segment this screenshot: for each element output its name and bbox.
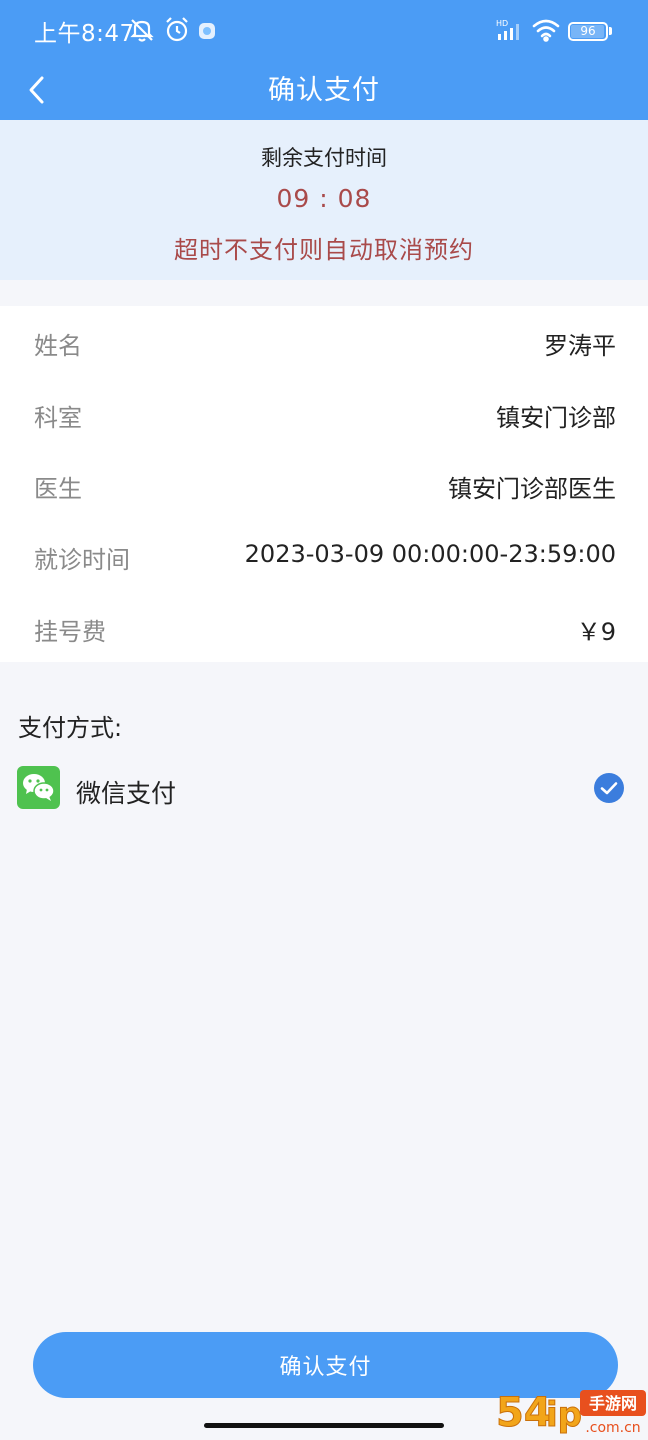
info-key: 医生 — [34, 475, 82, 503]
info-value: ￥9 — [576, 618, 616, 646]
countdown-label: 剩余支付时间 — [261, 146, 387, 170]
appointment-info-card: 姓名 罗涛平 科室 镇安门诊部 医生 镇安门诊部医生 就诊时间 2023-03-… — [0, 306, 648, 662]
watermark-logo: 54 ip 手游网 .com.cn — [494, 1384, 648, 1440]
battery-tip — [609, 27, 612, 35]
wifi-icon — [532, 18, 560, 46]
battery-level: 96 — [580, 24, 596, 38]
info-value: 2023-03-09 00:00:00-23:59:00 — [244, 540, 616, 568]
svg-text:ip: ip — [546, 1395, 582, 1435]
page-title: 确认支付 — [268, 75, 380, 106]
info-row-fee: 挂号费 ￥9 — [0, 600, 648, 656]
info-row-department: 科室 镇安门诊部 — [0, 386, 648, 442]
svg-text:54: 54 — [496, 1390, 552, 1436]
status-time: 上午8:47 — [34, 21, 135, 47]
countdown-time: 09 : 08 — [276, 184, 372, 213]
battery-icon: 96 — [568, 22, 608, 41]
info-value: 镇安门诊部 — [496, 404, 616, 432]
svg-text:手游网: 手游网 — [589, 1394, 637, 1413]
countdown-warning: 超时不支付则自动取消预约 — [174, 236, 474, 264]
check-circle-icon[interactable] — [594, 773, 624, 803]
signal-hd-label: HD — [496, 19, 508, 28]
info-row-name: 姓名 罗涛平 — [0, 314, 648, 370]
info-value: 罗涛平 — [544, 332, 616, 360]
nav-bar: 确认支付 — [0, 62, 648, 120]
watermark-domain: .com.cn — [585, 1420, 640, 1436]
info-row-visit-time: 就诊时间 2023-03-09 00:00:00-23:59:00 — [0, 528, 648, 584]
payment-method-heading: 支付方式: — [18, 714, 123, 742]
payment-option-label: 微信支付 — [76, 779, 177, 808]
mute-icon — [128, 16, 156, 48]
info-key: 科室 — [34, 404, 82, 432]
countdown-banner: 剩余支付时间 09 : 08 超时不支付则自动取消预约 — [0, 120, 648, 280]
wechat-icon — [17, 766, 60, 809]
status-bar: 上午8:47 HD 96 — [0, 0, 648, 62]
info-row-doctor: 医生 镇安门诊部医生 — [0, 457, 648, 513]
info-value: 镇安门诊部医生 — [448, 475, 616, 503]
info-key: 挂号费 — [34, 618, 106, 646]
info-key: 姓名 — [34, 332, 82, 360]
signal-icon: HD — [496, 18, 526, 46]
info-key: 就诊时间 — [34, 546, 130, 574]
home-indicator[interactable] — [204, 1423, 444, 1428]
payment-option-wechat[interactable]: 微信支付 — [0, 762, 648, 818]
alarm-icon — [164, 16, 190, 48]
notification-dot-icon — [198, 22, 216, 44]
